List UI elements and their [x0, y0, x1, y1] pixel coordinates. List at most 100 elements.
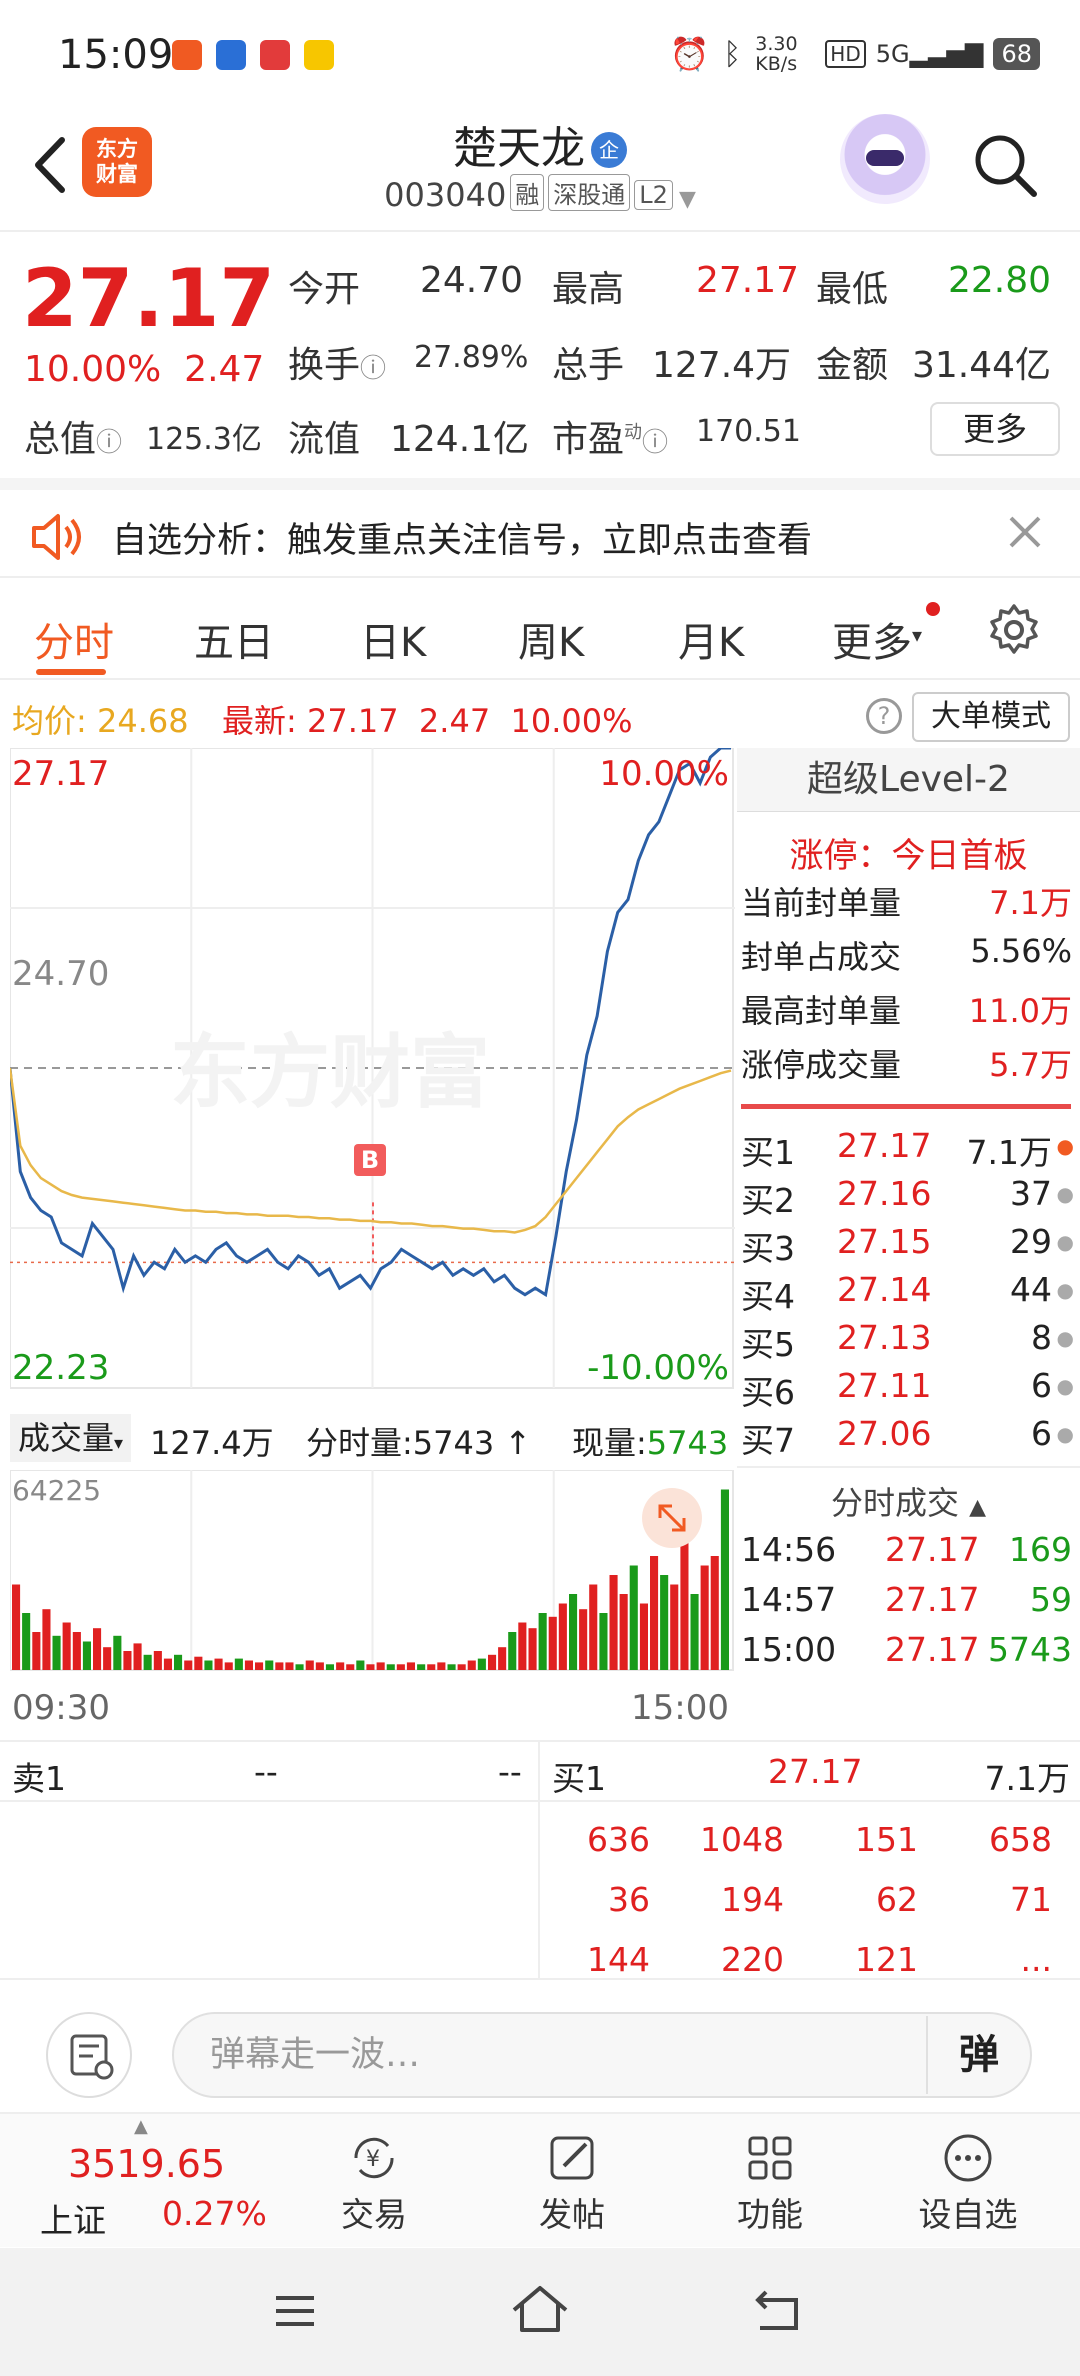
sell1-vol: -- [498, 1752, 522, 1791]
pe-label-text: 市盈 [552, 419, 625, 460]
info-icon[interactable]: ⓘ [642, 428, 668, 458]
volume-bar [437, 1662, 446, 1670]
volume-bar [477, 1658, 486, 1670]
limit-value: 今日首板 [891, 836, 1028, 876]
volume-bar [376, 1662, 385, 1670]
danmu-input[interactable]: 弹幕走一波… [172, 2012, 1032, 2098]
nav-functions[interactable]: 功能 [700, 2114, 840, 2236]
avg-label: 均价: [12, 702, 87, 740]
volume-bar [548, 1616, 557, 1670]
tab-more-label: 更多 [832, 620, 912, 666]
stock-code-text: 003040 [384, 176, 507, 214]
big-order-mode-button[interactable]: 大单模式 [912, 692, 1070, 742]
tab-weekly-k[interactable]: 周K [518, 610, 584, 668]
svg-text:¥: ¥ [366, 2147, 380, 2172]
volume-chart[interactable]: 64225 [9, 1469, 735, 1680]
chevron-down-icon[interactable]: ▼ [679, 187, 696, 212]
queue-cell: 151 [855, 1820, 918, 1859]
volume-bar [174, 1654, 183, 1670]
price-change: 10.00% 2.47 [24, 349, 264, 390]
low-value: 22.80 [948, 260, 1052, 301]
robot-avatar-icon[interactable] [840, 114, 930, 204]
battery-icon: 68 [993, 38, 1040, 70]
volume-bar [609, 1575, 618, 1670]
tab-more[interactable]: 更多▾ [832, 610, 922, 668]
tag-l2: L2 [634, 180, 673, 210]
pe-value: 170.51 [696, 414, 801, 449]
divider [737, 1466, 1080, 1468]
settings-gear-icon[interactable] [986, 602, 1042, 658]
index-ticker[interactable]: ▲ 3519.65 上证 0.27% [34, 2114, 274, 2249]
divider [741, 1104, 1071, 1109]
info-icon[interactable]: ⓘ [96, 428, 122, 458]
volume-bar [457, 1664, 466, 1670]
menu-icon[interactable] [270, 2286, 320, 2336]
trade-time: 14:56 [741, 1530, 837, 1569]
home-icon[interactable] [508, 2282, 572, 2338]
queue-cell: 658 [989, 1820, 1052, 1859]
trade-price: 27.17 [885, 1580, 980, 1619]
level2-panel: 超级Level-2 涨停：今日首板 当前封单量 7.1万 封单占成交 5.56% 最… [737, 748, 1080, 1728]
tab-intraday[interactable]: 分时 [34, 610, 114, 668]
volume-dropdown[interactable]: 成交量▾ [10, 1414, 132, 1462]
volume-bar [113, 1635, 122, 1670]
bid-price: 27.14 [837, 1270, 932, 1309]
notice-banner[interactable]: 自选分析：触发重点关注信号，立即点击查看 [0, 478, 1080, 578]
chevron-up-icon: ▲ [969, 1495, 987, 1520]
help-icon[interactable]: ? [866, 698, 902, 734]
trades-title[interactable]: 分时成交 ▲ [737, 1478, 1080, 1524]
volume-bar [275, 1662, 284, 1670]
volume-bar [599, 1613, 608, 1670]
volume-bar [163, 1658, 172, 1670]
mcap-label: 总值ⓘ [24, 410, 122, 462]
back-nav-icon[interactable] [752, 2284, 808, 2336]
queue-cell: 1048 [700, 1820, 784, 1859]
volume-bar [82, 1641, 91, 1670]
volume-bar [447, 1664, 456, 1670]
bottom-nav: ▲ 3519.65 上证 0.27% ¥ 交易 发帖 功能 设自选 [0, 2112, 1080, 2247]
system-nav-bar [0, 2248, 1080, 2376]
watermark: 东方财富 [170, 1026, 490, 1119]
chevron-down-icon: ▾ [114, 1433, 124, 1454]
buy1-price: 27.17 [768, 1752, 863, 1791]
bid-vol: 8 [1031, 1318, 1052, 1357]
chevron-up-icon: ▲ [134, 2116, 148, 2137]
intraday-chart[interactable]: 东方财富 27.17 10.00% 24.70 22.23 -10.00% B [8, 746, 735, 1408]
nav-post[interactable]: 发帖 [502, 2114, 642, 2236]
more-button[interactable]: 更多 [930, 402, 1060, 456]
volume-bar [265, 1660, 274, 1670]
avg-price: 均价: 24.68 [12, 696, 189, 742]
tab-5day[interactable]: 五日 [194, 610, 274, 668]
level2-title[interactable]: 超级Level-2 [737, 748, 1080, 812]
queue-cell: 144 [587, 1940, 650, 1979]
volume-bar [720, 1489, 729, 1670]
volume-bar [467, 1660, 476, 1670]
search-icon[interactable] [970, 130, 1040, 200]
index-pct: 0.27% [162, 2194, 267, 2233]
nav-trade[interactable]: ¥ 交易 [304, 2114, 444, 2236]
nav-add-watchlist[interactable]: 设自选 [898, 2114, 1038, 2236]
bid-price: 27.06 [837, 1414, 932, 1453]
close-icon[interactable] [1005, 512, 1045, 552]
info-icon[interactable]: ⓘ [360, 354, 386, 384]
limit-label: 涨停： [789, 836, 892, 876]
alarm-icon: ⏰ [669, 35, 710, 73]
y-label-top-left: 27.17 [12, 754, 110, 794]
queue-cell: ... [1020, 1940, 1052, 1979]
buy-marker[interactable]: B [354, 1144, 386, 1176]
tab-monthly-k[interactable]: 月K [678, 610, 744, 668]
volume-bar [356, 1660, 365, 1670]
message-list-icon[interactable] [46, 2012, 132, 2098]
tab-daily-k[interactable]: 日K [360, 610, 426, 668]
volume-bar [700, 1565, 709, 1670]
expand-icon[interactable] [642, 1488, 702, 1548]
float-label: 流值 [288, 419, 361, 460]
volume-dropdown-label: 成交量 [18, 1419, 115, 1457]
volume-bar [62, 1622, 71, 1670]
volume-bar [710, 1556, 719, 1670]
index-value: 3519.65 [68, 2142, 226, 2186]
volume-header: 成交量▾ 127.4万 分时量:5743 ↑ 现量:5743 [10, 1410, 735, 1470]
dot-icon: ● [1056, 1230, 1074, 1254]
l2-stat-label: 封单占成交 [741, 938, 902, 976]
danmu-toggle-button[interactable]: 弹 [926, 2016, 1030, 2094]
